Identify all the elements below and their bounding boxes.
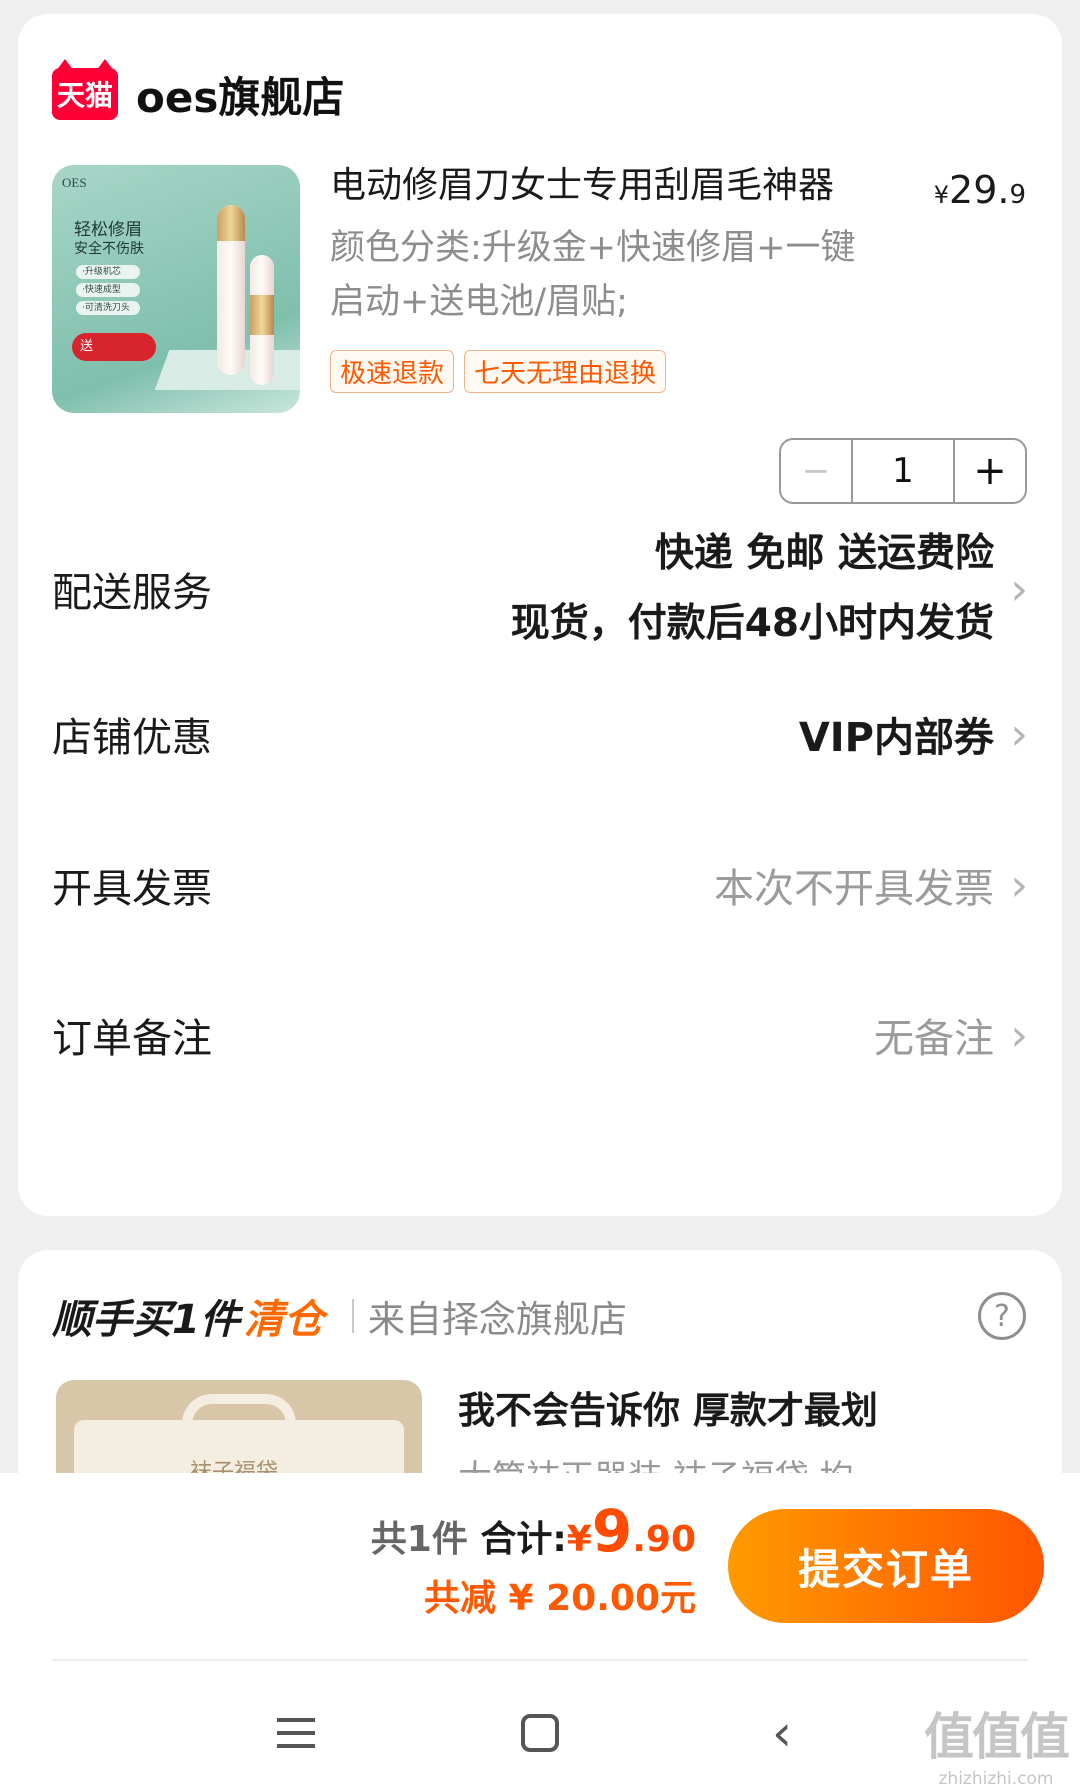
delivery-line-1: 快递 免邮 送运费险 xyxy=(654,531,994,576)
delivery-line-2: 现货，付款后48小时内发货 xyxy=(510,601,994,646)
addon-header: 顺手买1件 清仓 来自择念旗舰店 xyxy=(52,1288,627,1344)
invoice-value: 本次不开具发票 xyxy=(714,866,994,912)
product-image-headline-1: 轻松修眉 xyxy=(74,220,142,240)
price-decimal: 9 xyxy=(1009,180,1026,210)
menu-icon xyxy=(277,1718,315,1748)
total-line: 共1件 合计:¥9.90 xyxy=(371,1497,696,1565)
total-amount: ¥9.90 xyxy=(566,1497,696,1565)
addon-product-name[interactable]: 我不会告诉你 厚款才最划 xyxy=(458,1380,878,1434)
total-amount-integer: 9 xyxy=(591,1497,633,1565)
order-note-value: 无备注 xyxy=(874,1016,994,1062)
order-card: 天猫 oes旗舰店 OES 轻松修眉 安全不伤肤 ·升级机芯 ·快速成型 ·可清… xyxy=(18,14,1062,1216)
shop-header[interactable]: 天猫 oes旗舰店 xyxy=(52,59,344,125)
product-image-brand: OES xyxy=(62,175,87,190)
chevron-right-icon: › xyxy=(1010,1009,1028,1061)
product-price: ¥29.9 xyxy=(934,168,1026,212)
checkout-bar: 共1件 合计:¥9.90 共减 ¥ 20.00元 提交订单 ‹ 值值值 zhiz… xyxy=(0,1473,1080,1789)
delivery-label: 配送服务 xyxy=(52,570,212,616)
system-nav-bar: ‹ xyxy=(0,1693,1080,1773)
help-icon[interactable]: ? xyxy=(978,1292,1026,1340)
delivery-value: 快递 免邮 送运费险 现货，付款后48小时内发货 xyxy=(511,519,994,659)
discount-amount[interactable]: 共减 ¥ 20.00元 xyxy=(371,1569,696,1621)
addon-title: 顺手买1件 xyxy=(52,1297,240,1343)
watermark-site: zhizhizhi.com xyxy=(938,1769,1054,1789)
addon-source-shop[interactable]: 来自择念旗舰店 xyxy=(368,1289,627,1343)
service-tag-7day-return: 七天无理由退换 xyxy=(464,350,667,393)
product-spec[interactable]: 颜色分类:升级金+快速修眉+一键启动+送电池/眉贴; xyxy=(330,221,890,329)
invoice-row[interactable]: 开具发票 本次不开具发票 › xyxy=(52,840,1028,930)
total-currency: ¥ xyxy=(566,1519,592,1560)
order-totals: 共1件 合计:¥9.90 共减 ¥ 20.00元 xyxy=(371,1497,696,1621)
quantity-input[interactable]: 1 xyxy=(853,440,955,502)
product-image-feature: ·升级机芯 xyxy=(76,265,140,279)
home-icon xyxy=(521,1714,559,1752)
submit-order-button[interactable]: 提交订单 xyxy=(728,1509,1044,1623)
shop-coupon-label: 店铺优惠 xyxy=(52,715,212,761)
watermark-logo: 值值值 xyxy=(924,1708,1070,1766)
invoice-label: 开具发票 xyxy=(52,866,212,912)
chevron-right-icon: › xyxy=(1010,859,1028,911)
back-icon: ‹ xyxy=(772,1704,792,1762)
product-image-trimmer xyxy=(250,255,274,385)
chevron-right-icon: › xyxy=(1010,708,1028,760)
shop-name[interactable]: oes旗舰店 xyxy=(136,64,344,125)
product-title[interactable]: 电动修眉刀女士专用刮眉毛神器 xyxy=(330,160,890,212)
service-tag-fast-refund: 极速退款 xyxy=(330,350,455,393)
tmall-logo: 天猫 xyxy=(52,59,118,120)
price-currency: ¥ xyxy=(933,181,950,209)
product-image-feature: ·快速成型 xyxy=(76,283,140,297)
chevron-right-icon: › xyxy=(1010,563,1028,615)
product-image-trimmer xyxy=(217,205,245,375)
order-note-row[interactable]: 订单备注 无备注 › xyxy=(52,990,1028,1080)
delivery-row[interactable]: 配送服务 快递 免邮 送运费险 现货，付款后48小时内发货 › xyxy=(52,514,1028,664)
addon-clearance-tag: 清仓 xyxy=(243,1297,324,1343)
quantity-decrease-button[interactable]: − xyxy=(781,440,853,502)
total-amount-decimal: .90 xyxy=(632,1519,696,1560)
home-button[interactable] xyxy=(500,1693,580,1773)
back-button[interactable]: ‹ xyxy=(742,1693,822,1773)
shop-coupon-value: VIP内部券 xyxy=(798,715,994,761)
product-image-feature: ·可清洗刀头 xyxy=(76,301,140,315)
total-label: 合计: xyxy=(467,1519,567,1560)
item-count: 共1件 xyxy=(370,1519,468,1560)
addon-image-bag-handle xyxy=(182,1394,296,1454)
nav-divider xyxy=(52,1659,1028,1661)
service-tags: 极速退款 七天无理由退换 xyxy=(330,350,667,393)
quantity-stepper: − 1 + xyxy=(779,438,1027,504)
product-image-headline: 轻松修眉 安全不伤肤 xyxy=(74,221,144,259)
product-image[interactable]: OES 轻松修眉 安全不伤肤 ·升级机芯 ·快速成型 ·可清洗刀头 送 xyxy=(52,165,300,413)
product-image-headline-2: 安全不伤肤 xyxy=(74,241,144,257)
recents-button[interactable] xyxy=(256,1693,336,1773)
shop-coupon-row[interactable]: 店铺优惠 VIP内部券 › xyxy=(52,689,1028,779)
addon-divider xyxy=(351,1299,354,1333)
watermark: 值值值 zhizhizhi.com xyxy=(924,1697,1070,1789)
product-image-gift-badge: 送 xyxy=(72,333,156,361)
order-note-label: 订单备注 xyxy=(52,1016,212,1062)
quantity-increase-button[interactable]: + xyxy=(955,440,1025,502)
price-integer: 29. xyxy=(949,168,1010,212)
